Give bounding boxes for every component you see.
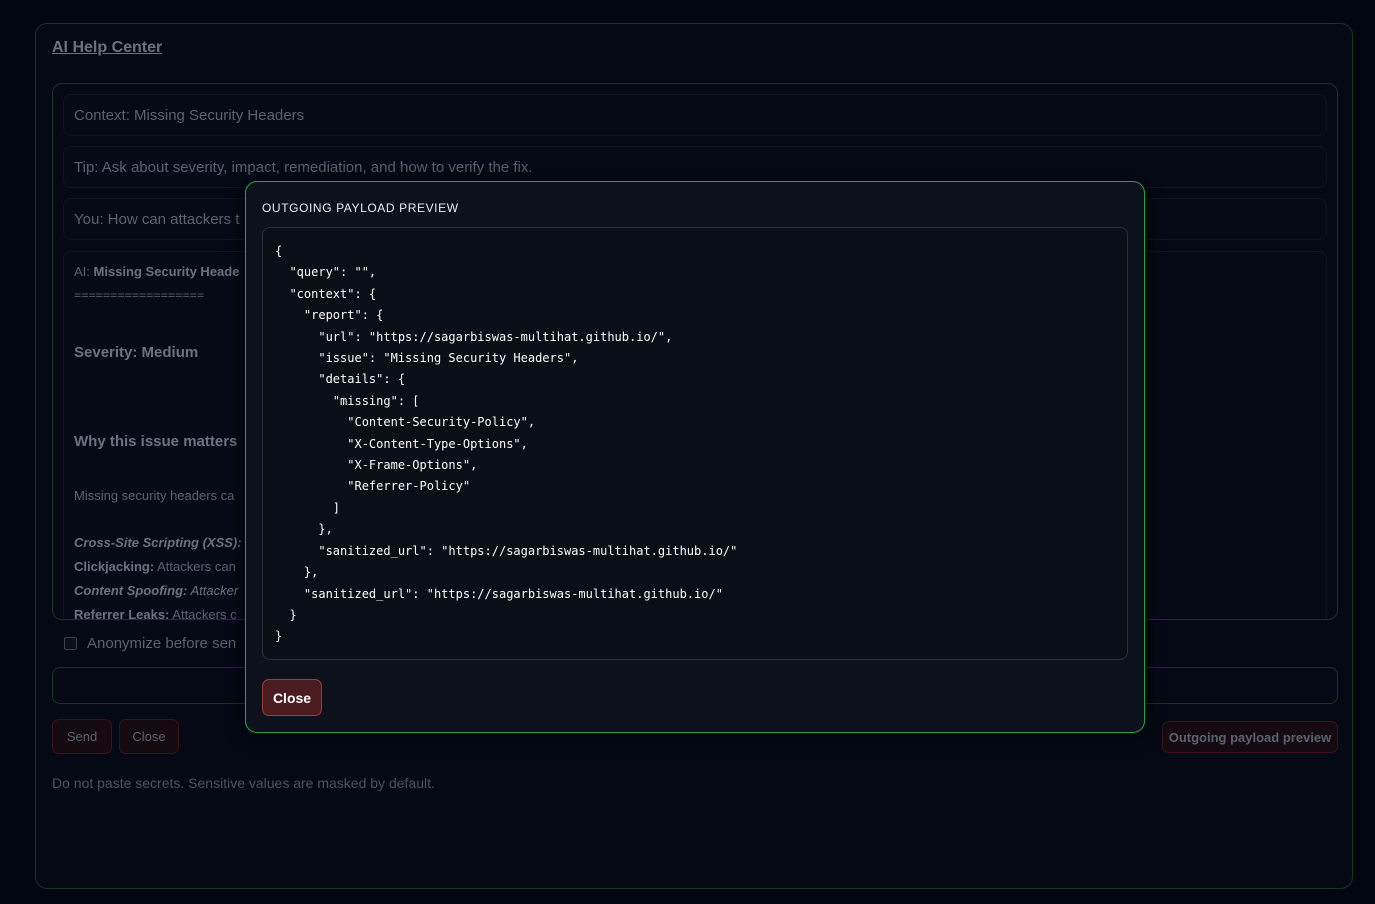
separator-line: ================== (74, 288, 205, 302)
modal-title: OUTGOING PAYLOAD PREVIEW (262, 201, 459, 215)
modal-close-button[interactable]: Close (262, 679, 322, 716)
list-item: Clickjacking: Attackers can (74, 559, 236, 574)
bullet-text: Attacker (187, 583, 239, 598)
anonymize-checkbox[interactable] (64, 637, 77, 650)
ai-heading-text: Missing Security Heade (93, 264, 240, 279)
list-item: Cross-Site Scripting (XSS): (74, 535, 242, 550)
payload-preview-button[interactable]: Outgoing payload preview (1162, 721, 1338, 753)
list-item: Referrer Leaks: Attackers c (74, 607, 237, 620)
anonymize-option[interactable]: Anonymize before sen (64, 635, 236, 652)
severity-label: Severity: Medium (74, 344, 199, 361)
bullet-text: Attackers can (154, 559, 236, 574)
list-item: Content Spoofing: Attacker (74, 583, 238, 598)
anonymize-label: Anonymize before sen (87, 635, 237, 652)
send-button[interactable]: Send (52, 719, 112, 754)
bullet-term: Referrer Leaks: (74, 607, 170, 620)
page-title[interactable]: AI Help Center (52, 39, 162, 57)
ai-response-heading: AI: Missing Security Heade (74, 264, 239, 279)
close-chat-button[interactable]: Close (119, 719, 179, 754)
security-note: Do not paste secrets. Sensitive values a… (52, 775, 435, 791)
bullet-term: Clickjacking: (74, 559, 155, 574)
why-heading: Why this issue matters (74, 433, 238, 450)
payload-preview-modal: OUTGOING PAYLOAD PREVIEW { "query": "", … (245, 181, 1145, 733)
issue-description: Missing security headers ca (74, 488, 235, 503)
bullet-term: Content Spoofing: (74, 583, 188, 598)
context-message: Context: Missing Security Headers (63, 94, 1327, 136)
payload-json: { "query": "", "context": { "report": { … (275, 244, 738, 644)
bullet-text: Attackers c (169, 607, 237, 620)
ai-prefix: AI: (74, 264, 94, 279)
payload-code-block[interactable]: { "query": "", "context": { "report": { … (262, 227, 1128, 660)
bullet-term: Cross-Site Scripting (XSS): (74, 535, 242, 550)
